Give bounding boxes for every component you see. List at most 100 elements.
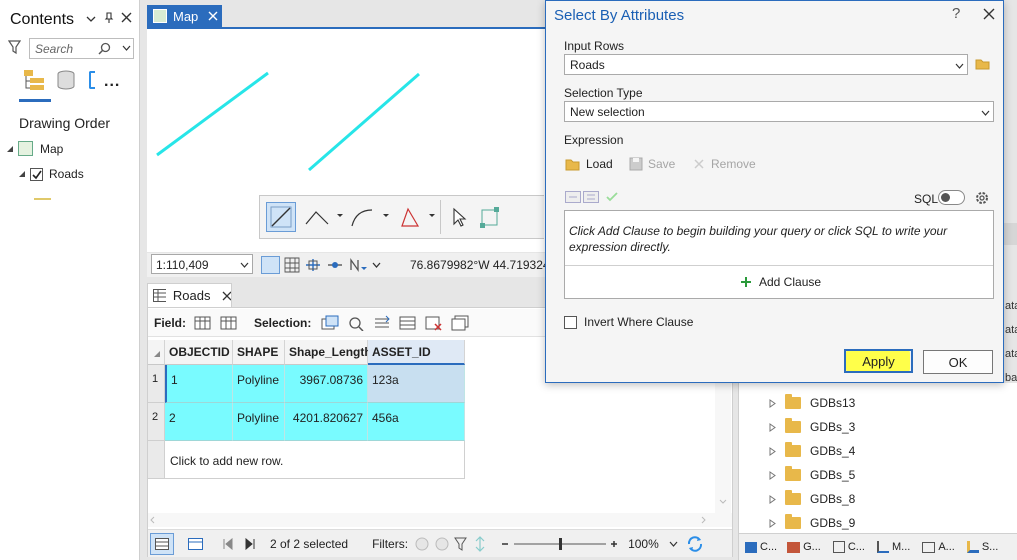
table-cell[interactable]: 456a	[368, 403, 465, 441]
show-all-records-button[interactable]	[150, 532, 174, 555]
catalog-item[interactable]: GDBs_5	[769, 463, 855, 487]
column-header-asset-id[interactable]: ASSET_ID	[368, 340, 465, 365]
add-field-icon[interactable]	[194, 315, 212, 331]
ok-button[interactable]: OK	[923, 350, 993, 374]
sql-toggle[interactable]	[938, 190, 965, 205]
chevron-down-icon[interactable]	[372, 261, 381, 269]
search-input[interactable]: Search	[29, 38, 134, 59]
chevron-down-icon[interactable]	[86, 14, 96, 24]
collapse-icon[interactable]	[6, 145, 14, 153]
table-cell[interactable]: 1	[165, 365, 233, 403]
browse-folder-icon[interactable]	[975, 57, 991, 71]
tab-roads[interactable]: Roads	[147, 283, 232, 307]
last-record-icon[interactable]	[244, 537, 256, 550]
apply-button[interactable]: Apply	[844, 349, 913, 373]
selection-type-combo[interactable]: New selection	[564, 101, 994, 122]
show-selected-records-icon[interactable]	[188, 537, 204, 550]
close-icon[interactable]	[983, 8, 995, 20]
tab-create-features[interactable]: C...	[832, 541, 865, 553]
column-header-shape[interactable]: SHAPE *	[233, 340, 285, 384]
tree-item-map[interactable]: Map	[6, 141, 63, 156]
add-row-cell[interactable]: Click to add new row.	[165, 441, 465, 479]
grid-snap-icon[interactable]	[261, 256, 280, 274]
table-cell[interactable]: Polyline	[233, 403, 285, 441]
catalog-item[interactable]: GDBs_4	[769, 439, 855, 463]
invert-checkbox[interactable]	[564, 315, 577, 329]
tab-catalog[interactable]: C...	[745, 541, 777, 553]
constraint-icon[interactable]	[326, 257, 344, 273]
query-filter-icon[interactable]	[454, 536, 470, 552]
expand-icon[interactable]	[769, 446, 777, 456]
catalog-item[interactable]: GDBs13	[769, 391, 855, 415]
copy-selection-icon[interactable]	[451, 315, 469, 331]
settings-gear-icon[interactable]	[974, 190, 990, 206]
select-tool-button[interactable]	[451, 206, 469, 228]
north-arrow-icon[interactable]	[348, 257, 368, 273]
catalog-item[interactable]: GDBs_8	[769, 487, 855, 511]
catalog-item[interactable]: GDBs_3	[769, 415, 855, 439]
clause-list-icon[interactable]	[565, 191, 581, 203]
polyline-tool-button[interactable]	[304, 206, 344, 228]
row-number[interactable]: 1	[148, 365, 165, 403]
expand-icon[interactable]	[769, 470, 777, 480]
switch-selection-icon[interactable]	[373, 315, 391, 331]
refresh-icon[interactable]	[686, 535, 704, 553]
time-filter-icon[interactable]	[434, 536, 450, 552]
chevron-down-icon[interactable]	[955, 62, 964, 70]
arc-tool-button[interactable]	[350, 206, 390, 228]
first-record-icon[interactable]	[222, 537, 234, 550]
clear-selection-icon[interactable]	[399, 315, 417, 331]
expand-icon[interactable]	[769, 398, 777, 408]
horizontal-scrollbar[interactable]	[148, 513, 732, 527]
help-button[interactable]: ?	[952, 5, 960, 22]
tab-geoprocessing[interactable]: G...	[787, 541, 821, 553]
chevron-down-icon[interactable]	[122, 44, 131, 52]
chevron-down-icon[interactable]	[981, 109, 990, 117]
verify-icon[interactable]	[605, 191, 619, 203]
delete-selection-icon[interactable]	[425, 315, 443, 331]
expression-builder[interactable]: Click Add Clause to begin building your …	[564, 210, 994, 299]
table-cell[interactable]: 4201.820627	[285, 403, 368, 441]
scale-combo[interactable]: 1:110,409	[151, 254, 253, 274]
expand-icon[interactable]	[769, 518, 777, 528]
data-source-icon[interactable]	[56, 70, 76, 90]
chevron-down-icon[interactable]	[669, 540, 678, 548]
zoom-to-selection-icon[interactable]	[347, 315, 365, 331]
selection-view-icon[interactable]	[89, 71, 95, 89]
drawing-order-icon[interactable]	[22, 69, 48, 91]
close-icon[interactable]	[208, 11, 218, 21]
invert-where-clause[interactable]: Invert Where Clause	[564, 315, 693, 329]
chevron-down-icon[interactable]	[240, 261, 249, 269]
collapse-icon[interactable]	[18, 170, 26, 178]
expand-icon[interactable]	[769, 494, 777, 504]
extent-filter-icon[interactable]	[414, 536, 430, 552]
table-cell[interactable]: 3967.08736	[285, 365, 368, 403]
sort-icon[interactable]	[474, 535, 486, 552]
clause-edit-icon[interactable]	[583, 191, 599, 203]
snapping-icon[interactable]	[304, 257, 322, 273]
visibility-checkbox[interactable]	[30, 167, 43, 181]
close-icon[interactable]	[121, 12, 132, 23]
grid-icon[interactable]	[284, 257, 300, 273]
column-header-shape-length[interactable]: Shape_Length	[285, 340, 372, 365]
tab-attributes[interactable]: A...	[922, 541, 955, 553]
corner-cell[interactable]	[148, 340, 165, 365]
row-number[interactable]: 2	[148, 403, 165, 441]
table-cell[interactable]: Polyline	[233, 365, 285, 403]
more-options-button[interactable]: ...	[104, 73, 120, 91]
expand-icon[interactable]	[769, 422, 777, 432]
tab-symbology[interactable]: S...	[966, 541, 998, 553]
input-rows-combo[interactable]: Roads	[564, 54, 968, 75]
save-button[interactable]: Save	[629, 157, 675, 171]
table-cell[interactable]: 123a	[368, 365, 465, 403]
add-clause-button[interactable]: Add Clause	[740, 275, 821, 289]
catalog-item[interactable]: GDBs_9	[769, 511, 855, 535]
pin-icon[interactable]	[104, 12, 114, 24]
close-icon[interactable]	[222, 291, 231, 301]
load-button[interactable]: Load	[565, 157, 613, 171]
zoom-slider[interactable]	[500, 536, 620, 552]
tree-item-roads[interactable]: Roads	[18, 167, 84, 181]
tab-modify-features[interactable]: M...	[876, 541, 910, 553]
reshape-tool-button[interactable]	[479, 205, 503, 229]
table-cell[interactable]: 2	[165, 403, 233, 441]
